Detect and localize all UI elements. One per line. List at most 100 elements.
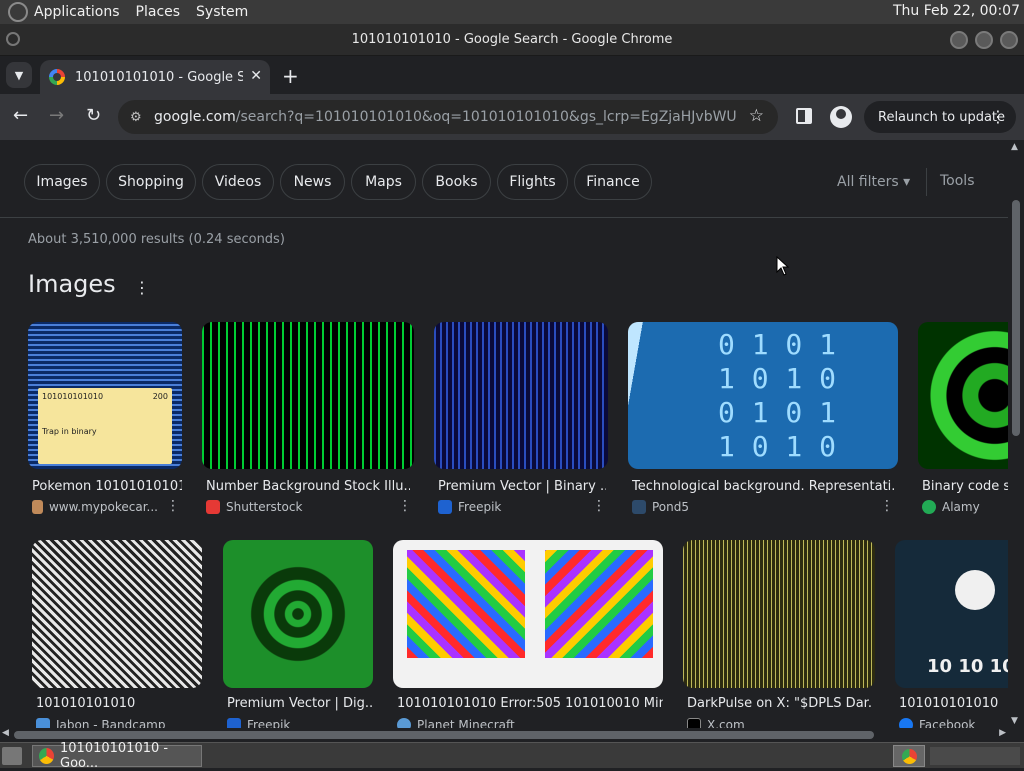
image-source[interactable]: Shutterstock [206,500,386,514]
skull-icon [955,570,995,610]
source-favicon-icon [32,500,43,514]
image-source[interactable]: Pond5 [632,500,852,514]
maximize-icon[interactable] [975,31,993,49]
more-options-icon[interactable]: ⋮ [166,498,180,514]
scroll-thumb-horizontal[interactable] [14,731,874,739]
image-caption[interactable]: Binary code st... [922,479,1008,494]
new-tab-icon[interactable]: + [282,64,299,88]
minimize-icon[interactable] [950,31,968,49]
chip-news[interactable]: News [280,164,345,200]
image-caption[interactable]: Pokemon 101010101010... [32,479,182,494]
taskbar-chrome-window[interactable]: 101010101010 - Goo... [32,741,202,771]
image-caption[interactable]: Premium Vector | Dig... [227,696,373,711]
image-thumbnail[interactable] [393,540,663,688]
scroll-thumb[interactable] [1012,200,1020,436]
image-source[interactable]: Jabon - Bandcamp [36,718,176,728]
chip-flights[interactable]: Flights [497,164,568,200]
image-result[interactable]: 101010101010 Error:505 101010010 Mine...… [393,540,665,728]
image-thumbnail[interactable] [202,322,414,469]
image-thumbnail[interactable] [32,540,202,688]
image-source[interactable]: Facebook [899,718,1008,728]
workspace-switcher[interactable] [930,747,1020,765]
clock[interactable]: Thu Feb 22, 00:07 [893,3,1020,19]
vertical-scrollbar[interactable]: ▲ ▼ [1008,140,1024,728]
all-filters-button[interactable]: All filters ▾ [837,174,910,190]
image-caption[interactable]: 101010101010 [36,696,202,711]
image-result[interactable]: DarkPulse on X: "$DPLS Dar... X.com [683,540,877,728]
pokemon-card-hp: 200 [152,392,168,401]
url-text[interactable]: google.com/search?q=101010101010&oq=1010… [154,109,736,125]
back-icon[interactable]: ← [13,105,28,126]
image-result[interactable]: 0 1 0 1 1 0 1 0 0 1 0 1 1 0 1 0 Technolo… [628,322,900,522]
image-source[interactable]: Alamy [922,500,1008,514]
top-panel: Applications Places System Thu Feb 22, 0… [0,0,1024,24]
scroll-left-icon[interactable]: ◀ [2,728,9,738]
side-panel-icon[interactable] [796,108,812,124]
menu-system[interactable]: System [196,4,248,20]
image-thumbnail[interactable] [434,322,608,469]
menu-places[interactable]: Places [136,4,181,20]
pokemon-card-number: 101010101010 [42,392,104,401]
image-result[interactable]: Binary code st... Alamy [918,322,1008,522]
chip-books[interactable]: Books [422,164,491,200]
source-favicon-icon [206,500,220,514]
image-result[interactable]: 10 10 10 101010101010 Facebook [895,540,1008,728]
image-thumbnail[interactable]: 0 1 0 1 1 0 1 0 0 1 0 1 1 0 1 0 [628,322,898,469]
image-result[interactable]: Number Background Stock Illu... Shutters… [202,322,416,522]
bookmark-star-icon[interactable]: ☆ [749,106,764,126]
profile-icon[interactable] [830,106,852,128]
scroll-right-icon[interactable]: ▶ [999,728,1006,738]
skull-binary-text: 10 10 10 [927,656,1008,677]
close-window-icon[interactable] [1000,31,1018,49]
image-result[interactable]: 101010101010 Jabon - Bandcamp [32,540,204,728]
tab-search-icon[interactable]: ▼ [6,62,32,88]
image-caption[interactable]: 101010101010 Error:505 101010010 Mine... [397,696,663,711]
forward-icon[interactable]: → [49,105,64,126]
more-options-icon[interactable]: ⋮ [880,498,894,514]
image-thumbnail[interactable] [683,540,875,688]
window-menu-icon[interactable] [6,32,20,46]
address-bar[interactable]: ⚙ google.com/search?q=101010101010&oq=10… [118,100,778,134]
more-options-icon[interactable]: ⋮ [398,498,412,514]
image-source[interactable]: Planet Minecraft [397,718,617,728]
image-source[interactable]: www.mypokecar... [32,500,158,514]
image-result[interactable]: Premium Vector | Dig... Freepik [223,540,375,728]
chrome-menu-icon[interactable]: ⋮ [990,107,1006,126]
chip-images[interactable]: Images [24,164,100,200]
image-caption[interactable]: 101010101010 [899,696,1008,711]
show-desktop-icon[interactable] [2,747,22,765]
chip-finance[interactable]: Finance [574,164,652,200]
image-thumbnail[interactable]: 10 10 10 [895,540,1008,688]
image-caption[interactable]: DarkPulse on X: "$DPLS Dar... [687,696,873,711]
image-source[interactable]: Freepik [227,718,347,728]
image-result[interactable]: Premium Vector | Binary ... Freepik ⋮ [434,322,610,522]
image-source[interactable]: Freepik [438,500,578,514]
relaunch-button[interactable]: Relaunch to update ⋮ [864,101,1016,133]
image-thumbnail[interactable] [223,540,373,688]
images-more-icon[interactable]: ⋮ [134,278,150,297]
menu-applications[interactable]: Applications [34,4,120,20]
reload-icon[interactable]: ↻ [86,105,101,126]
scroll-up-icon[interactable]: ▲ [1011,142,1018,152]
more-options-icon[interactable]: ⋮ [592,498,606,514]
chip-maps[interactable]: Maps [351,164,416,200]
scroll-down-icon[interactable]: ▼ [1011,716,1018,726]
image-thumbnail[interactable]: 101010101010 200 Trap in binary [28,322,182,469]
image-result[interactable]: 101010101010 200 Trap in binary Pokemon 1… [28,322,188,522]
site-info-icon[interactable]: ⚙ [130,110,146,125]
tray-chrome[interactable] [893,745,925,767]
chip-videos[interactable]: Videos [202,164,274,200]
image-caption[interactable]: Premium Vector | Binary ... [438,479,606,494]
gnome-logo-icon[interactable] [8,2,28,22]
tools-button[interactable]: Tools [940,173,975,189]
image-source[interactable]: X.com [687,718,837,728]
tab-close-icon[interactable]: ✕ [250,68,262,84]
horizontal-scrollbar[interactable]: ◀ ▶ [0,728,1008,742]
image-thumbnail[interactable] [918,322,1008,469]
chip-shopping[interactable]: Shopping [106,164,196,200]
tab-google-search[interactable]: 101010101010 - Google Search ✕ [40,60,270,94]
image-caption[interactable]: Number Background Stock Illu... [206,479,410,494]
google-favicon-icon [49,69,65,85]
bottom-taskbar: 101010101010 - Goo... [0,741,1024,771]
image-caption[interactable]: Technological background. Representati..… [632,479,896,494]
